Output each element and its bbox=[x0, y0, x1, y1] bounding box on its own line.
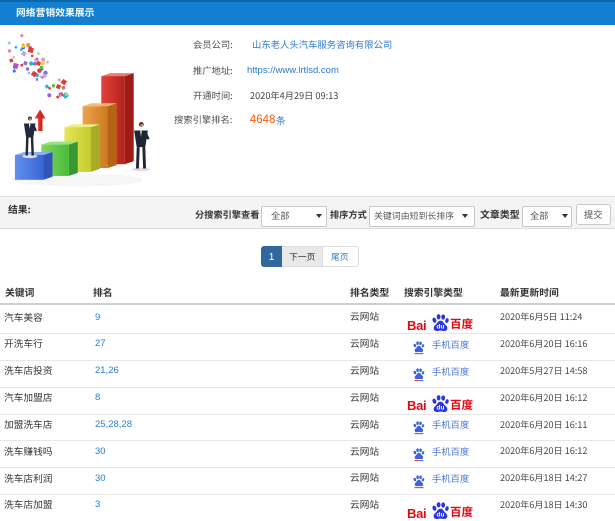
svg-text:du: du bbox=[436, 512, 444, 519]
svg-text:du: du bbox=[436, 404, 444, 411]
svg-text:du: du bbox=[436, 324, 444, 331]
